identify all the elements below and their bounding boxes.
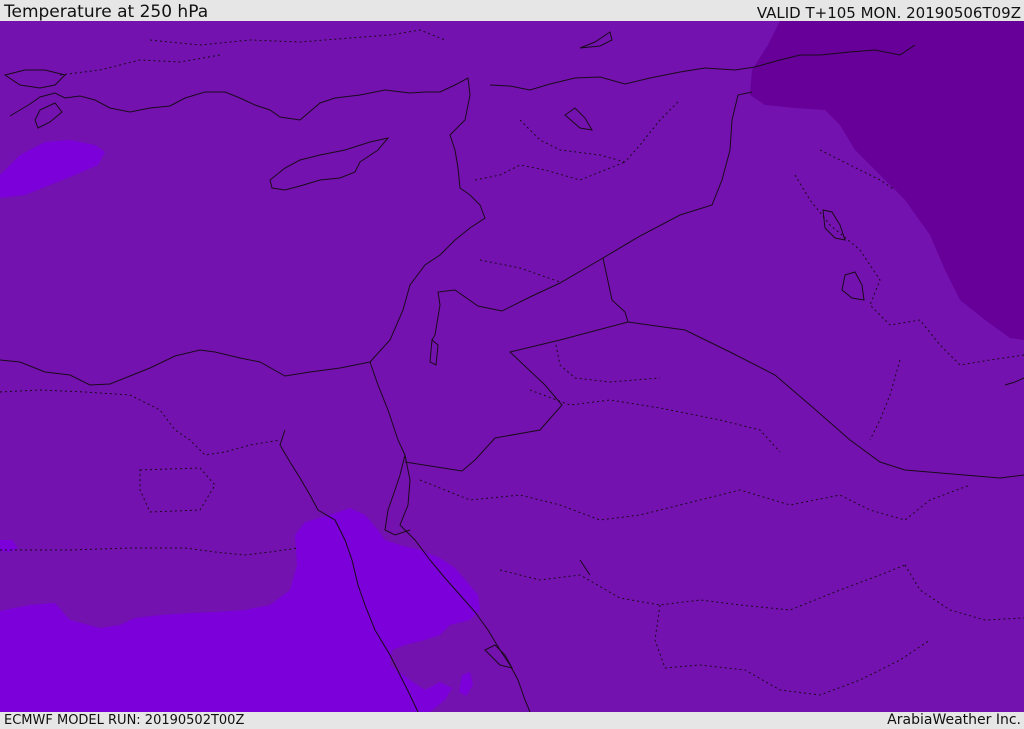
weather-map <box>0 21 1024 712</box>
model-run: ECMWF MODEL RUN: 20190502T00Z <box>4 713 245 728</box>
map-title: Temperature at 250 hPa <box>4 2 209 22</box>
header-bar: Temperature at 250 hPa VALID T+105 MON. … <box>0 0 1024 21</box>
credit-text: ArabiaWeather Inc. <box>887 712 1021 728</box>
map-canvas <box>0 21 1024 712</box>
valid-time: VALID T+105 MON. 20190506T09Z <box>756 4 1021 22</box>
footer-bar: ECMWF MODEL RUN: 20190502T00Z ArabiaWeat… <box>0 712 1024 729</box>
